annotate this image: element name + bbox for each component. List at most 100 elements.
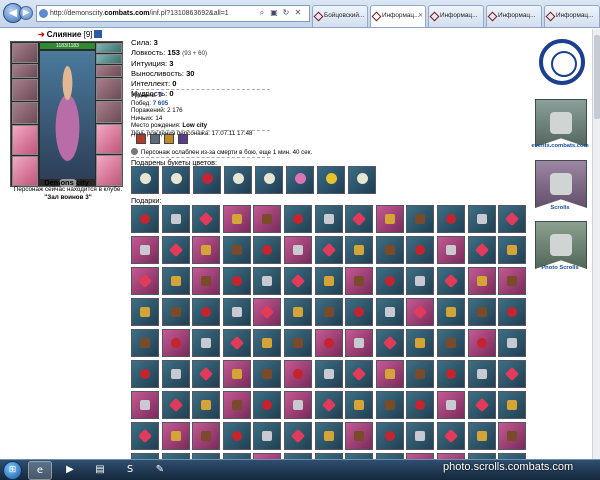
gift-item[interactable] — [375, 422, 404, 450]
gift-item[interactable] — [467, 422, 496, 450]
tab-3[interactable]: Информац... — [486, 5, 542, 27]
gift-item[interactable] — [345, 422, 374, 450]
gift-item[interactable] — [161, 267, 190, 295]
slot-ring-3[interactable] — [96, 65, 122, 77]
scrolls-banner[interactable] — [535, 160, 587, 208]
gift-item[interactable] — [161, 391, 190, 419]
slot-armor[interactable] — [12, 102, 38, 124]
gift-item[interactable] — [222, 329, 251, 357]
slot-gloves[interactable] — [96, 78, 122, 100]
gift-item[interactable] — [467, 391, 496, 419]
gift-item[interactable] — [222, 236, 251, 264]
tab-4[interactable]: Информац... — [544, 5, 600, 27]
private-arrow-icon[interactable]: ➜ — [38, 30, 45, 39]
combats-logo[interactable] — [539, 39, 585, 85]
gift-item[interactable] — [161, 205, 190, 233]
gift-item[interactable] — [467, 329, 496, 357]
gift-item[interactable] — [131, 391, 159, 419]
gift-item[interactable] — [161, 236, 190, 264]
gift-item[interactable] — [436, 391, 465, 419]
slot-cloak[interactable] — [12, 125, 38, 155]
gift-item[interactable] — [498, 360, 527, 388]
gift-item[interactable] — [406, 236, 435, 264]
gift-item[interactable] — [192, 391, 221, 419]
gift-item[interactable] — [192, 329, 221, 357]
gift-item[interactable] — [345, 267, 374, 295]
gift-item[interactable] — [436, 205, 465, 233]
compat-icon[interactable]: ▣ — [268, 5, 280, 20]
gift-item[interactable] — [283, 360, 312, 388]
gift-item[interactable] — [314, 298, 343, 326]
gift-item[interactable] — [314, 329, 343, 357]
gift-item[interactable] — [498, 267, 527, 295]
gift-item[interactable] — [192, 267, 221, 295]
gift-item[interactable] — [467, 205, 496, 233]
character-avatar[interactable] — [40, 51, 95, 179]
gift-item[interactable] — [345, 360, 374, 388]
gift-item[interactable] — [375, 360, 404, 388]
gift-item[interactable] — [283, 205, 312, 233]
tab-0[interactable]: Бойцовский... — [312, 5, 368, 27]
events-banner[interactable] — [535, 99, 587, 147]
gift-item[interactable] — [253, 267, 282, 295]
gift-item[interactable] — [314, 360, 343, 388]
gift-item[interactable] — [498, 298, 527, 326]
order-badge-icon[interactable] — [150, 134, 160, 144]
events-label[interactable]: events.combats.com — [520, 143, 600, 149]
slot-ring-2[interactable] — [96, 54, 122, 64]
gift-item[interactable] — [192, 298, 221, 326]
gift-item[interactable] — [436, 236, 465, 264]
gift-item[interactable] — [253, 236, 282, 264]
gift-item[interactable] — [314, 267, 343, 295]
gift-item[interactable] — [375, 205, 404, 233]
refresh-icon[interactable]: ↻ — [280, 5, 292, 20]
gift-item[interactable] — [406, 205, 435, 233]
bouquet-item[interactable] — [162, 166, 190, 194]
bouquet-item[interactable] — [286, 166, 314, 194]
gift-item[interactable] — [498, 329, 527, 357]
bouquet-item[interactable] — [193, 166, 221, 194]
gift-item[interactable] — [498, 236, 527, 264]
taskbar-media-icon[interactable]: ▶ — [58, 461, 82, 480]
slot-shield[interactable] — [96, 101, 122, 123]
gift-item[interactable] — [314, 391, 343, 419]
photo-scrolls-banner[interactable] — [535, 221, 587, 269]
slot-pants[interactable] — [96, 124, 122, 154]
slot-ring-1[interactable] — [96, 43, 122, 53]
gift-item[interactable] — [283, 236, 312, 264]
gift-item[interactable] — [253, 422, 282, 450]
gift-item[interactable] — [436, 267, 465, 295]
search-icon[interactable]: ⌕ — [256, 5, 268, 20]
gift-item[interactable] — [222, 205, 251, 233]
gift-item[interactable] — [467, 298, 496, 326]
gift-item[interactable] — [283, 391, 312, 419]
gift-item[interactable] — [406, 267, 435, 295]
gift-item[interactable] — [436, 298, 465, 326]
gift-item[interactable] — [253, 205, 282, 233]
page-scrollbar[interactable] — [592, 29, 600, 459]
trophy-badge-icon[interactable] — [164, 134, 174, 144]
gift-item[interactable] — [406, 360, 435, 388]
slot-helmet[interactable] — [12, 43, 38, 63]
gift-item[interactable] — [498, 391, 527, 419]
gift-item[interactable] — [253, 298, 282, 326]
gift-item[interactable] — [283, 298, 312, 326]
gift-item[interactable] — [375, 391, 404, 419]
bouquet-item[interactable] — [348, 166, 376, 194]
photo-scrolls-label[interactable]: Photo Scrolls — [520, 265, 600, 271]
gift-item[interactable] — [192, 422, 221, 450]
bouquet-item[interactable] — [224, 166, 252, 194]
gift-item[interactable] — [406, 391, 435, 419]
gift-item[interactable] — [314, 422, 343, 450]
gift-item[interactable] — [467, 236, 496, 264]
gift-item[interactable] — [283, 329, 312, 357]
bouquet-item[interactable] — [317, 166, 345, 194]
gift-item[interactable] — [131, 329, 159, 357]
gift-item[interactable] — [314, 205, 343, 233]
clan-badge-icon[interactable] — [136, 134, 146, 144]
gift-item[interactable] — [222, 422, 251, 450]
rank-badge-icon[interactable] — [178, 134, 188, 144]
gift-item[interactable] — [131, 298, 159, 326]
gift-item[interactable] — [253, 391, 282, 419]
gift-item[interactable] — [406, 422, 435, 450]
